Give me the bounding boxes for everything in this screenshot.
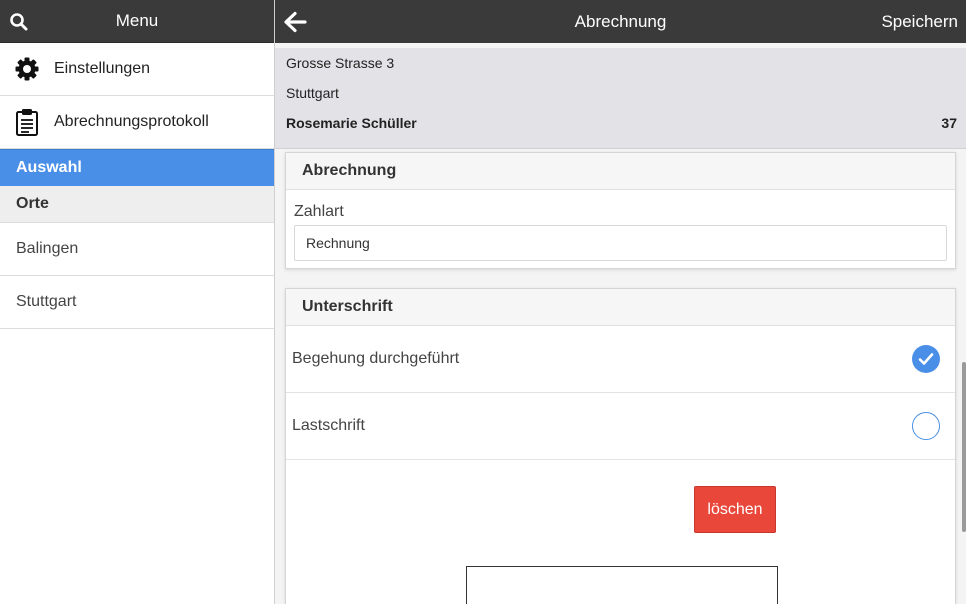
empty-circle-icon[interactable]: [912, 412, 940, 440]
sidebar-title: Menu: [115, 11, 159, 30]
info-street: Grosse Strasse 3: [286, 55, 395, 71]
main-header: Abrechnung Speichern: [275, 0, 966, 43]
sidebar-item-label: Einstellungen: [54, 60, 151, 77]
sidebar-divider-places: Orte: [0, 186, 274, 223]
signature-panel-title: Unterschrift: [286, 289, 955, 326]
customer-info: Grosse Strasse 3 Stuttgart Rosemarie Sch…: [275, 48, 966, 149]
signature-panel: Unterschrift Begehung durchgeführt Lasts…: [285, 288, 956, 604]
sidebar-header: Menu: [0, 0, 274, 43]
billing-panel-title: Abrechnung: [286, 153, 955, 190]
info-city: Stuttgart: [286, 85, 339, 101]
info-name: Rosemarie Schüller: [286, 115, 417, 131]
delete-signature-button[interactable]: löschen: [694, 486, 776, 533]
info-number: 37: [941, 115, 957, 131]
billing-panel: Abrechnung Zahlart Rechnung: [285, 152, 956, 269]
sidebar: Menu Einstellungen Abrechnungsprotokoll …: [0, 0, 275, 604]
scrollbar[interactable]: [962, 362, 966, 532]
save-button[interactable]: Speichern: [881, 12, 958, 32]
signature-pad[interactable]: [466, 566, 778, 604]
direct-debit-label: Lastschrift: [292, 417, 365, 434]
payment-method-label: Zahlart: [294, 203, 344, 220]
inspection-done-label: Begehung durchgeführt: [292, 350, 460, 367]
sidebar-divider-selection: Auswahl: [0, 149, 274, 186]
page-title: Abrechnung: [574, 11, 667, 31]
main-content: Abrechnung Speichern Grosse Strasse 3 St…: [275, 0, 966, 604]
search-icon[interactable]: [9, 12, 29, 32]
inspection-done-row[interactable]: Begehung durchgeführt: [286, 326, 955, 393]
gear-icon: [14, 56, 40, 82]
direct-debit-row[interactable]: Lastschrift: [286, 393, 955, 460]
clipboard-icon: [14, 109, 40, 136]
check-circle-icon[interactable]: [912, 345, 940, 373]
sidebar-item-settings[interactable]: Einstellungen: [0, 43, 274, 96]
sidebar-item-protocol[interactable]: Abrechnungsprotokoll: [0, 96, 274, 149]
payment-method-field[interactable]: Rechnung: [294, 225, 947, 261]
sidebar-item-stuttgart[interactable]: Stuttgart: [0, 276, 274, 329]
back-arrow-icon[interactable]: [283, 11, 307, 33]
sidebar-item-balingen[interactable]: Balingen: [0, 223, 274, 276]
info-name-row: Rosemarie Schüller 37: [286, 108, 957, 138]
sidebar-item-label: Abrechnungsprotokoll: [54, 113, 209, 130]
